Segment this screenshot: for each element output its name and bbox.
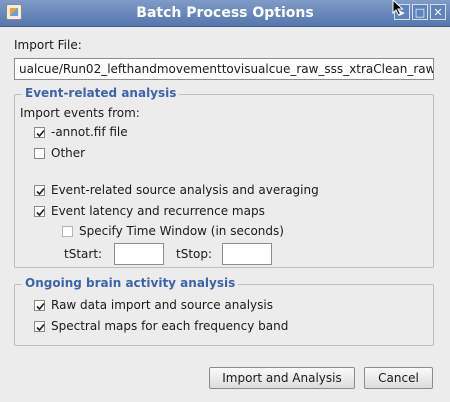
cancel-button[interactable]: Cancel xyxy=(364,367,433,389)
raw-import-checkbox[interactable] xyxy=(34,300,45,311)
latency-maps-label: Event latency and recurrence maps xyxy=(51,204,265,218)
source-averaging-label: Event-related source analysis and averag… xyxy=(51,183,319,197)
event-related-title: Event-related analysis xyxy=(22,86,180,100)
event-related-group: Event-related analysis xyxy=(14,86,434,268)
other-checkbox[interactable] xyxy=(34,148,45,159)
import-events-label: Import events from: xyxy=(20,106,140,120)
time-window-label: Specify Time Window (in seconds) xyxy=(79,224,284,238)
tstop-label: tStop: xyxy=(176,247,213,261)
checkmark-icon xyxy=(36,323,45,332)
raw-import-label: Raw data import and source analysis xyxy=(51,298,273,312)
latency-maps-checkbox[interactable] xyxy=(34,206,45,217)
import-file-field[interactable]: ualcue/Run02_lefthandmovementtovisualcue… xyxy=(14,58,434,80)
checkmark-icon xyxy=(36,129,45,138)
tstart-label: tStart: xyxy=(64,247,103,261)
window-title: Batch Process Options xyxy=(136,5,314,21)
checkmark-icon xyxy=(36,187,45,196)
spectral-maps-label: Spectral maps for each frequency band xyxy=(51,319,289,333)
annot-checkbox[interactable] xyxy=(34,127,45,138)
tstart-input[interactable] xyxy=(114,243,164,265)
ongoing-activity-group: Ongoing brain activity analysis xyxy=(14,276,434,346)
checkmark-icon xyxy=(36,302,45,311)
time-window-checkbox[interactable] xyxy=(62,226,73,237)
import-and-analysis-button[interactable]: Import and Analysis xyxy=(209,367,355,389)
mouse-cursor-icon xyxy=(392,0,404,16)
spectral-maps-checkbox[interactable] xyxy=(34,321,45,332)
tstop-input[interactable] xyxy=(222,243,272,265)
close-icon: ✕ xyxy=(433,6,443,19)
other-label: Other xyxy=(51,146,86,160)
annot-label: -annot.fif file xyxy=(51,125,128,139)
maximize-icon: □ xyxy=(414,6,426,19)
source-averaging-checkbox[interactable] xyxy=(34,185,45,196)
title-bar[interactable]: Batch Process Options ▸ □ ✕ xyxy=(0,0,450,27)
import-file-label: Import File: xyxy=(14,38,82,52)
ongoing-activity-title: Ongoing brain activity analysis xyxy=(22,276,239,290)
close-button[interactable]: ✕ xyxy=(430,4,446,20)
maximize-button[interactable]: □ xyxy=(412,4,428,20)
checkmark-icon xyxy=(36,208,45,217)
